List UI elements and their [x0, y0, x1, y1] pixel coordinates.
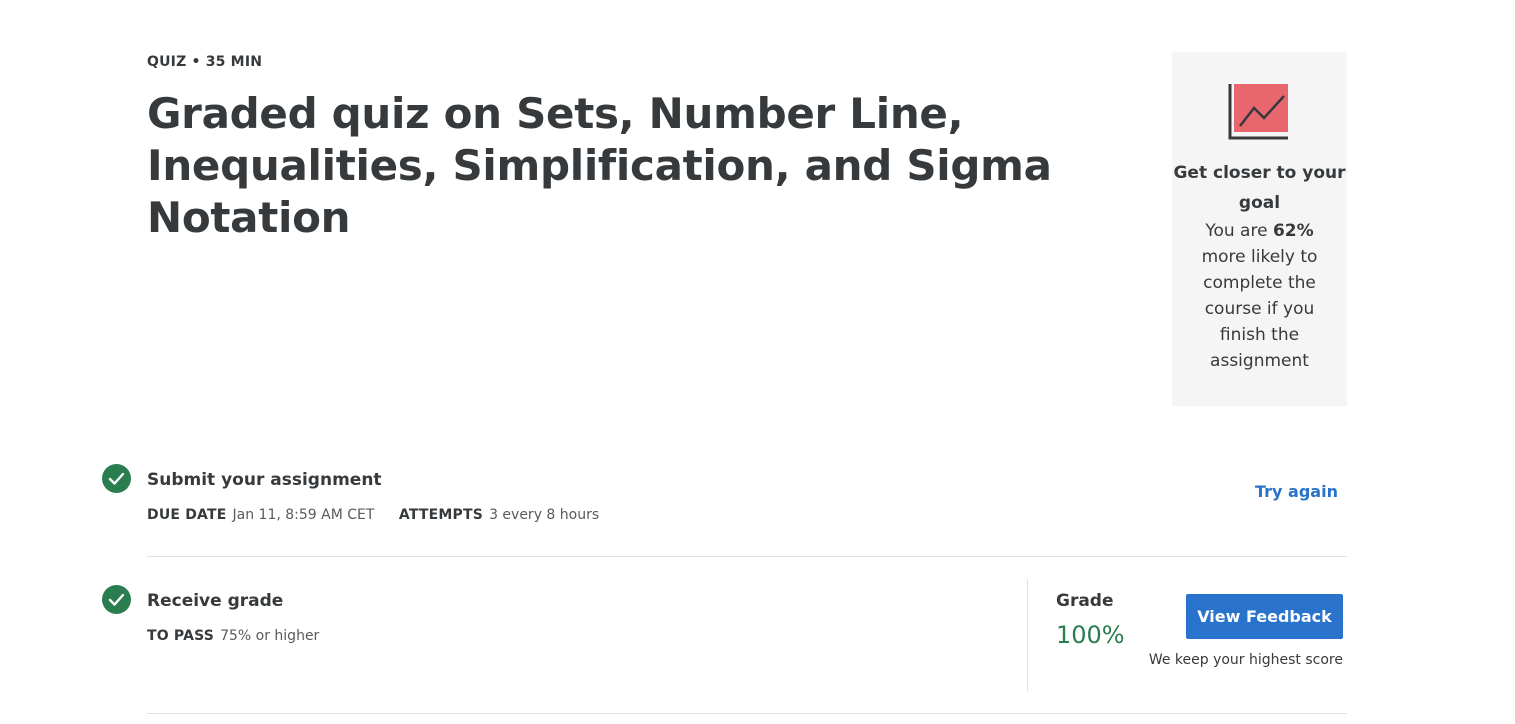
- pass-details: TO PASS 75% or higher: [147, 628, 339, 644]
- due-date-value: Jan 11, 8:59 AM CET: [232, 507, 375, 523]
- grade-label: Grade: [1056, 591, 1114, 611]
- submit-details: DUE DATE Jan 11, 8:59 AM CET ATTEMPTS 3 ev…: [147, 507, 619, 523]
- goal-card: Get closer to your goal You are 62% more…: [1172, 52, 1347, 406]
- chart-trend-icon: [1228, 84, 1288, 140]
- row-divider: [147, 713, 1347, 714]
- view-feedback-button[interactable]: View Feedback: [1186, 594, 1343, 639]
- attempts-value: 3 every 8 hours: [489, 507, 600, 523]
- check-circle-icon: [102, 464, 131, 493]
- quiz-page: QUIZ • 35 MIN Graded quiz on Sets, Numbe…: [0, 0, 1515, 724]
- goal-body: You are 62% more likely to complete the …: [1192, 218, 1327, 374]
- goal-body-prefix: You are: [1205, 221, 1268, 241]
- to-pass-value: 75% or higher: [220, 628, 320, 644]
- page-title: Graded quiz on Sets, Number Line, Inequa…: [147, 89, 1052, 242]
- goal-percent: 62%: [1272, 221, 1314, 241]
- to-pass-label: TO PASS: [147, 628, 215, 644]
- due-date-label: DUE DATE: [147, 507, 227, 523]
- grade-value: 100%: [1056, 621, 1125, 649]
- try-again-link[interactable]: Try again: [1255, 482, 1338, 501]
- check-circle-icon: [102, 585, 131, 614]
- row-divider: [147, 556, 1347, 557]
- goal-heading: Get closer to your goal: [1173, 163, 1346, 213]
- receive-grade-title: Receive grade: [147, 591, 284, 611]
- goal-body-suffix: more likely to complete the course if yo…: [1201, 247, 1318, 371]
- attempts-label: ATTEMPTS: [398, 507, 484, 523]
- grade-divider: [1027, 579, 1028, 691]
- quiz-meta: QUIZ • 35 MIN: [147, 54, 263, 70]
- highest-score-note: We keep your highest score: [1148, 652, 1343, 668]
- submit-title: Submit your assignment: [147, 470, 382, 490]
